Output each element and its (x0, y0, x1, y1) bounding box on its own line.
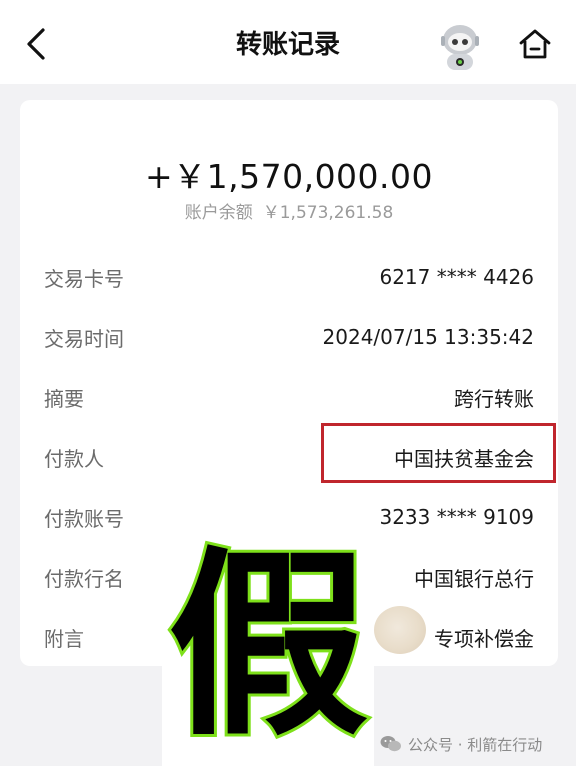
account-balance: 账户余额 ￥1,573,261.58 (20, 198, 558, 223)
detail-label: 付款账号 (44, 506, 124, 531)
detail-value: 中国银行总行 (414, 566, 534, 591)
wechat-icon (380, 736, 401, 752)
detail-label: 付款人 (44, 446, 104, 471)
payer-highlight-box (321, 423, 556, 483)
detail-label: 摘要 (44, 386, 84, 411)
detail-label: 交易卡号 (44, 266, 124, 291)
detail-row-time: 交易时间 2024/07/15 13:35:42 (44, 317, 534, 357)
fake-stamp: 假 (165, 530, 371, 763)
home-button[interactable] (515, 26, 555, 62)
transfer-amount: +￥1,570,000.00 (144, 157, 434, 196)
watermark-text: 公众号 · 利箭在行动 (408, 735, 543, 754)
balance-label: 账户余额 (184, 203, 253, 223)
page-title: 转账记录 (235, 30, 340, 60)
watermark: 公众号 · 利箭在行动 (380, 732, 542, 756)
detail-label: 付款行名 (44, 566, 124, 591)
header: 转账记录 (0, 0, 576, 84)
detail-label: 交易时间 (44, 326, 124, 351)
robot-avatar-icon[interactable] (432, 18, 488, 74)
detail-value: 跨行转账 (454, 386, 534, 411)
detail-value: 专项补偿金 (434, 626, 534, 651)
detail-value: 2024/07/15 13:35:42 (322, 325, 534, 349)
balance-value: ￥1,573,261.58 (262, 203, 394, 223)
detail-label: 附言 (44, 626, 84, 651)
detail-row-summary: 摘要 跨行转账 (44, 377, 534, 417)
fabric-blob (374, 606, 426, 654)
detail-value: 3233 **** 9109 (379, 505, 534, 529)
detail-value: 6217 **** 4426 (379, 265, 534, 289)
home-icon (519, 29, 551, 59)
detail-row-card-number: 交易卡号 6217 **** 4426 (44, 257, 534, 297)
